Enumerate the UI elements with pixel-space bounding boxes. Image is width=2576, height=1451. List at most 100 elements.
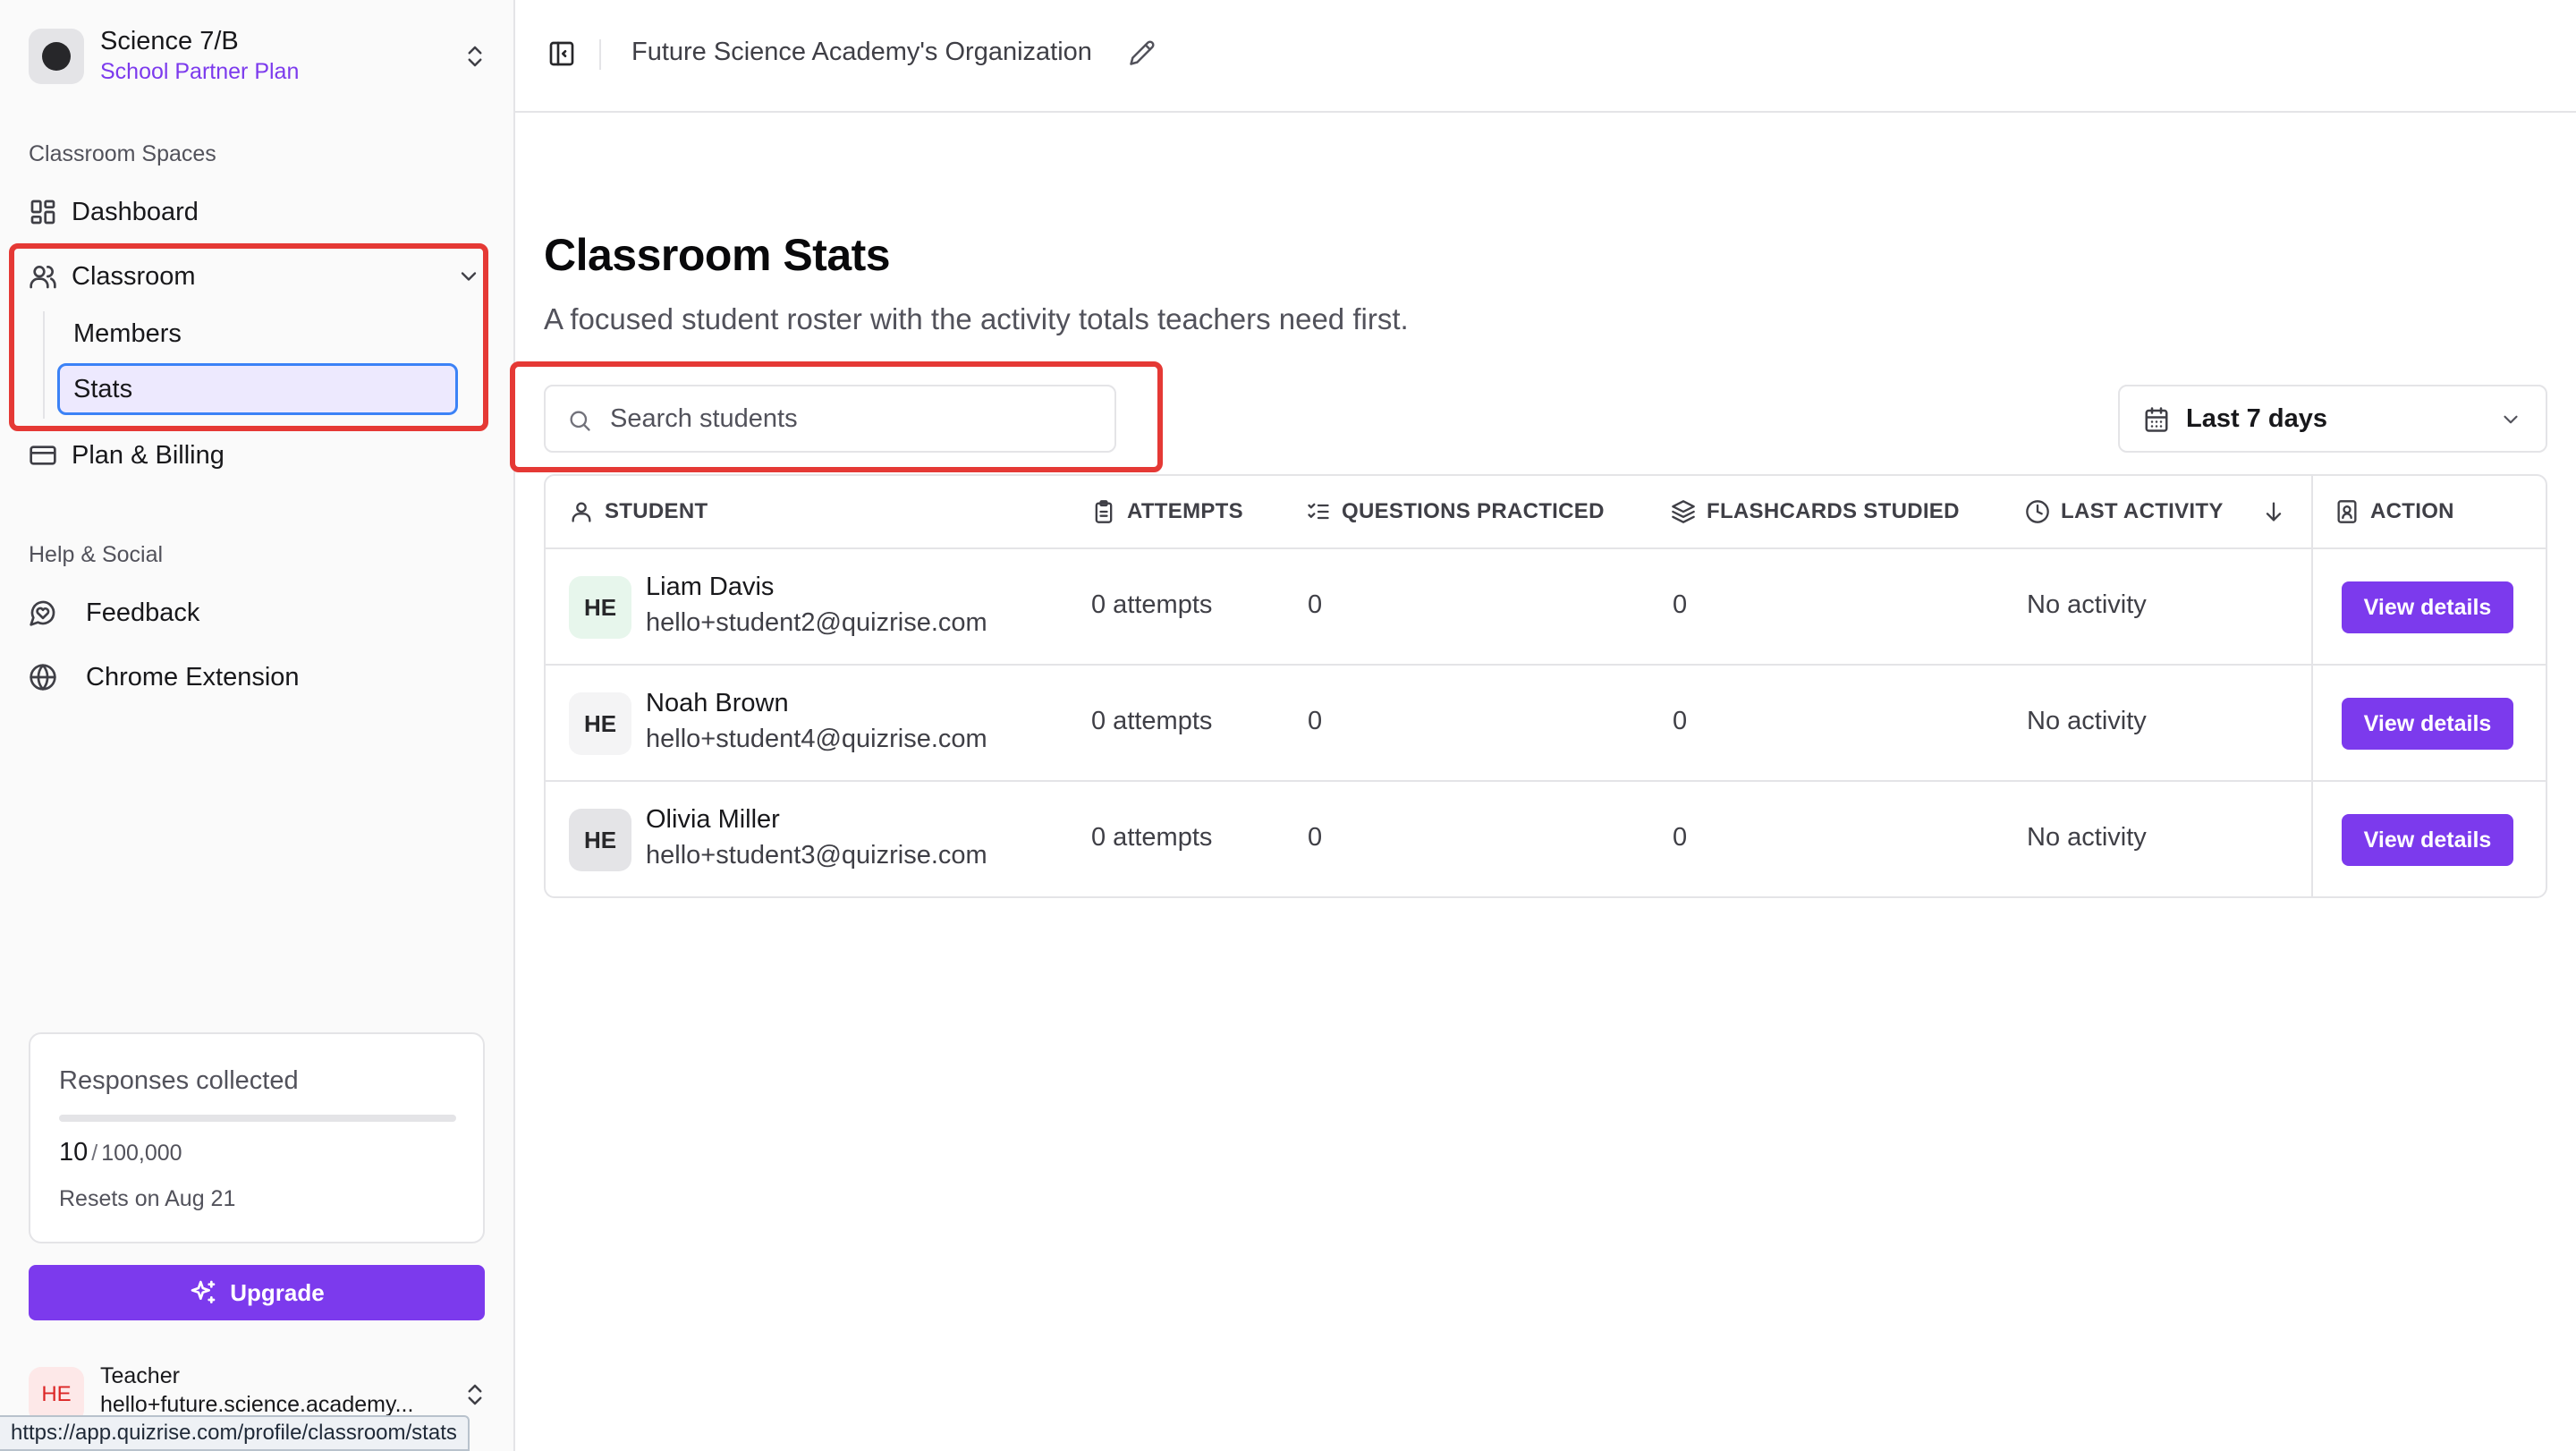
- calendar-icon: [2145, 407, 2168, 432]
- globe-icon: [29, 663, 57, 692]
- upgrade-button[interactable]: Upgrade: [29, 1265, 485, 1320]
- status-url-tooltip: https://app.quizrise.com/profile/classro…: [0, 1415, 470, 1451]
- sidebar-item-chrome-extension[interactable]: Chrome Extension: [29, 653, 485, 701]
- sidebar-item-label: Dashboard: [72, 197, 199, 226]
- column-header-flashcards: FLASHCARDS STUDIED: [1671, 476, 1960, 547]
- sidebar-item-dashboard[interactable]: Dashboard: [29, 188, 485, 236]
- chevron-down-icon: [461, 272, 477, 281]
- avatar: HE: [569, 809, 631, 871]
- sidebar-item-label: Plan & Billing: [72, 440, 225, 470]
- search-field[interactable]: [544, 385, 1116, 453]
- sidebar-item-billing[interactable]: Plan & Billing: [29, 431, 485, 479]
- clock-icon: [2026, 500, 2049, 523]
- flashcards-cell: 0: [1673, 590, 1688, 619]
- users-icon: [29, 262, 57, 291]
- sidebar-subitem-members[interactable]: Members: [57, 308, 458, 360]
- section-label-help: Help & Social: [29, 542, 164, 567]
- column-header-questions: QUESTIONS PRACTICED: [1306, 476, 1605, 547]
- student-name: Noah Brown: [646, 689, 789, 717]
- dashboard-icon: [29, 198, 57, 226]
- workspace-name: Science 7/B: [100, 27, 239, 55]
- avatar: HE: [569, 692, 631, 755]
- column-label: ATTEMPTS: [1127, 499, 1243, 523]
- section-label-spaces: Classroom Spaces: [29, 141, 216, 166]
- avatar: HE: [569, 576, 631, 639]
- chevrons-up-down-icon: [468, 1384, 482, 1405]
- last-activity-cell: No activity: [2027, 590, 2147, 619]
- questions-cell: 0: [1308, 707, 1323, 735]
- column-label: LAST ACTIVITY: [2061, 499, 2224, 523]
- table-row: HE Liam Davis hello+student2@quizrise.co…: [546, 549, 2546, 666]
- column-label: QUESTIONS PRACTICED: [1342, 499, 1605, 523]
- search-input[interactable]: [610, 388, 1093, 449]
- date-range-value: Last 7 days: [2186, 404, 2327, 433]
- usage-reset-date: Resets on Aug 21: [59, 1186, 236, 1211]
- date-range-select[interactable]: Last 7 days: [2118, 385, 2547, 453]
- view-details-button[interactable]: View details: [2342, 814, 2513, 866]
- user-email: hello+future.science.academy...: [100, 1392, 414, 1417]
- submenu-guide-line: [43, 311, 45, 419]
- attempts-cell: 0 attempts: [1091, 707, 1213, 735]
- column-header-student: STUDENT: [569, 476, 708, 547]
- chevrons-up-down-icon: [468, 46, 482, 67]
- organization-name: Future Science Academy's Organization: [631, 38, 1092, 66]
- flashcards-cell: 0: [1673, 823, 1688, 852]
- student-name: Olivia Miller: [646, 805, 780, 834]
- sidebar-item-label: Chrome Extension: [86, 662, 300, 692]
- sidebar-subitem-stats[interactable]: Stats: [57, 363, 458, 415]
- usage-used: 10: [59, 1138, 89, 1167]
- table-row: HE Olivia Miller hello+student3@quizrise…: [546, 782, 2546, 896]
- page-subtitle: A focused student roster with the activi…: [544, 302, 1409, 335]
- workspace-logo: [29, 29, 84, 84]
- panel-left-toggle-icon[interactable]: [547, 39, 576, 68]
- questions-cell: 0: [1308, 823, 1323, 852]
- top-header: Future Science Academy's Organization: [515, 0, 2576, 113]
- sidebar: Science 7/B School Partner Plan Classroo…: [0, 0, 515, 1451]
- flashcards-cell: 0: [1673, 707, 1688, 735]
- column-header-last-activity[interactable]: LAST ACTIVITY: [2025, 476, 2224, 547]
- avatar: HE: [29, 1367, 84, 1422]
- student-email: hello+student4@quizrise.com: [646, 725, 987, 753]
- students-table: STUDENT ATTEMPTS QUESTIONS PRACTICED FLA…: [544, 474, 2547, 898]
- usage-title: Responses collected: [59, 1066, 299, 1095]
- usage-separator: /: [91, 1141, 98, 1166]
- attempts-cell: 0 attempts: [1091, 590, 1213, 619]
- header-divider: [599, 39, 601, 70]
- chevron-down-icon: [2504, 415, 2518, 424]
- contact-icon: [2337, 500, 2357, 523]
- table-row: HE Noah Brown hello+student4@quizrise.co…: [546, 666, 2546, 782]
- sidebar-item-classroom[interactable]: Classroom: [29, 252, 485, 301]
- user-role: Teacher: [100, 1363, 180, 1388]
- page-title: Classroom Stats: [544, 230, 891, 280]
- column-header-attempts: ATTEMPTS: [1091, 476, 1243, 547]
- message-heart-icon: [29, 598, 57, 627]
- sidebar-item-label: Classroom: [72, 261, 196, 291]
- student-email: hello+student2@quizrise.com: [646, 608, 987, 637]
- sparkles-icon: [191, 1280, 216, 1303]
- pencil-icon[interactable]: [1129, 39, 1156, 66]
- column-label: STUDENT: [605, 499, 708, 523]
- arrow-down-sort-icon[interactable]: [2261, 499, 2286, 524]
- credit-card-icon: [29, 441, 57, 470]
- questions-cell: 0: [1308, 590, 1323, 619]
- attempts-cell: 0 attempts: [1091, 823, 1213, 852]
- view-details-button[interactable]: View details: [2342, 581, 2513, 633]
- sidebar-item-feedback[interactable]: Feedback: [29, 589, 485, 637]
- usage-limit: 100,000: [101, 1141, 182, 1166]
- workspace-switcher[interactable]: Science 7/B School Partner Plan: [29, 27, 488, 86]
- search-icon: [570, 411, 590, 431]
- usage-progress-bar: [59, 1115, 456, 1122]
- workspace-plan: School Partner Plan: [100, 59, 300, 84]
- usage-count: 10/100,000: [59, 1138, 182, 1167]
- column-label: FLASHCARDS STUDIED: [1707, 499, 1960, 523]
- column-header-action: ACTION: [2334, 476, 2454, 547]
- clipboard-icon: [1095, 500, 1113, 523]
- column-label: ACTION: [2370, 499, 2454, 523]
- student-name: Liam Davis: [646, 573, 775, 601]
- list-checks-icon: [1308, 503, 1329, 520]
- last-activity-cell: No activity: [2027, 823, 2147, 852]
- view-details-button[interactable]: View details: [2342, 698, 2513, 750]
- usage-card: Responses collected 10/100,000 Resets on…: [29, 1032, 485, 1243]
- last-activity-cell: No activity: [2027, 707, 2147, 735]
- user-icon: [572, 502, 591, 522]
